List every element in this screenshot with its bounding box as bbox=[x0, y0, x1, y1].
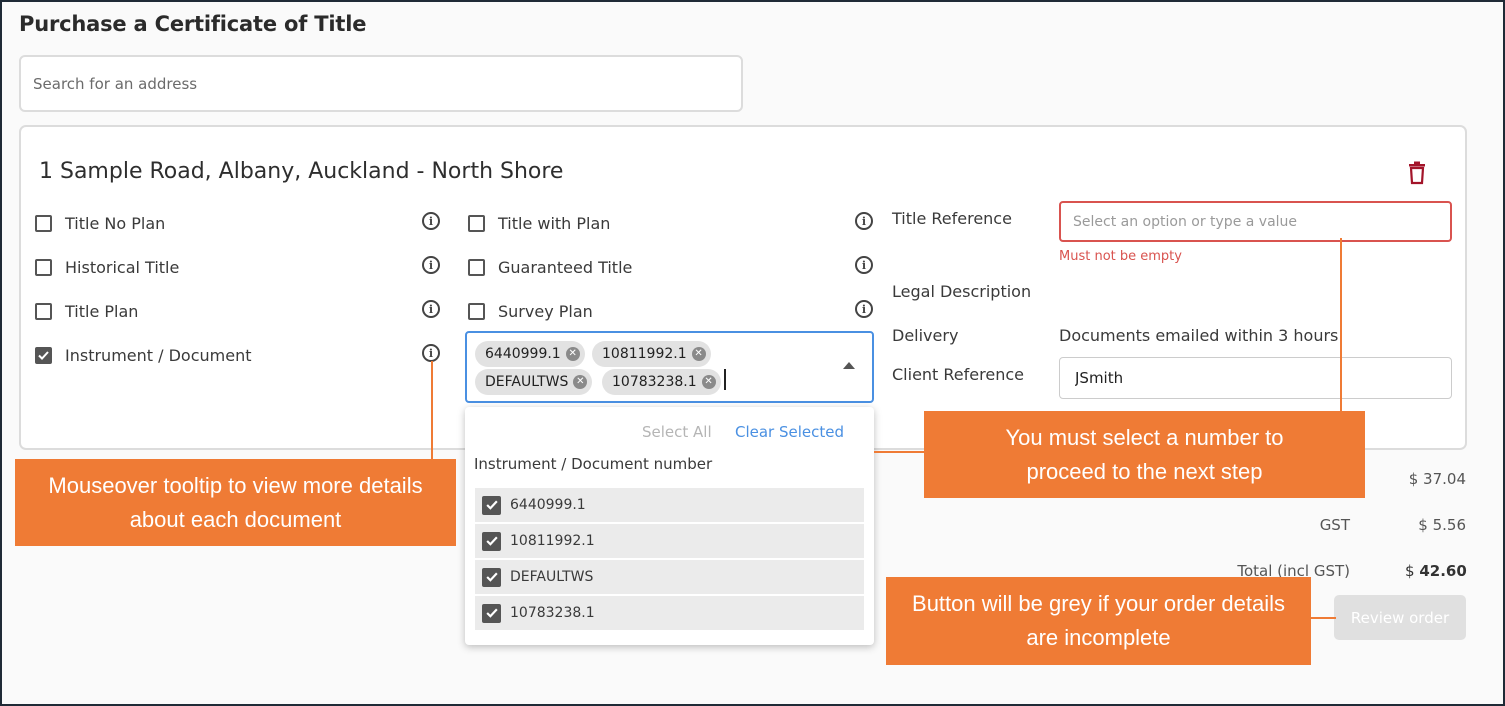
search-input[interactable] bbox=[21, 57, 741, 110]
delivery-label: Delivery bbox=[892, 326, 959, 345]
selected-chip: 10783238.1 ✕ bbox=[602, 369, 721, 395]
instrument-multiselect[interactable]: 6440999.1 ✕ 10811992.1 ✕ DEFAULTWS ✕ 107… bbox=[465, 331, 874, 403]
info-icon[interactable]: i bbox=[855, 256, 873, 274]
review-order-button[interactable]: Review order bbox=[1334, 595, 1466, 640]
title-reference-label: Title Reference bbox=[892, 209, 1012, 228]
chip-label: 10811992.1 bbox=[602, 346, 687, 362]
checkbox-checked[interactable] bbox=[482, 531, 501, 551]
selected-chip: 10811992.1 ✕ bbox=[592, 341, 711, 367]
dropdown-option[interactable]: 6440999.1 bbox=[475, 488, 864, 522]
caret-up-icon[interactable] bbox=[843, 362, 855, 369]
callout-connector bbox=[1340, 238, 1342, 412]
check-icon bbox=[38, 350, 49, 360]
product-survey-plan[interactable]: Survey Plan bbox=[468, 299, 593, 323]
legal-description-label: Legal Description bbox=[892, 282, 1032, 301]
callout-tooltip: Mouseover tooltip to view more details a… bbox=[15, 459, 456, 546]
callout-connector bbox=[874, 451, 924, 453]
delivery-value: Documents emailed within 3 hours bbox=[1059, 326, 1339, 345]
checkbox[interactable] bbox=[35, 214, 52, 232]
total-currency: $ bbox=[1405, 562, 1415, 580]
text-cursor bbox=[724, 369, 726, 390]
product-label: Title with Plan bbox=[498, 213, 611, 233]
title-reference-field[interactable] bbox=[1059, 201, 1452, 242]
callout-grey-button: Button will be grey if your order detail… bbox=[886, 577, 1311, 665]
checkbox[interactable] bbox=[468, 258, 485, 276]
info-icon[interactable]: i bbox=[855, 212, 873, 230]
info-icon[interactable]: i bbox=[855, 300, 873, 318]
remove-chip-icon[interactable]: ✕ bbox=[691, 347, 706, 361]
checkbox[interactable] bbox=[35, 302, 52, 320]
instrument-dropdown: Select All Clear Selected Instrument / D… bbox=[465, 407, 874, 645]
gst-label: GST bbox=[1319, 516, 1350, 534]
remove-chip-icon[interactable]: ✕ bbox=[701, 375, 716, 389]
client-reference-field[interactable] bbox=[1059, 357, 1452, 399]
title-reference-input[interactable] bbox=[1061, 203, 1450, 240]
check-icon bbox=[485, 608, 498, 618]
checkbox[interactable] bbox=[35, 258, 52, 276]
total-value: $ 42.60 bbox=[1405, 562, 1467, 580]
product-label: Title No Plan bbox=[65, 213, 166, 233]
product-label: Instrument / Document bbox=[65, 345, 252, 365]
check-icon bbox=[485, 536, 498, 546]
check-icon bbox=[485, 572, 498, 582]
chip-label: DEFAULTWS bbox=[485, 374, 569, 390]
remove-chip-icon[interactable]: ✕ bbox=[565, 347, 580, 361]
product-label: Title Plan bbox=[65, 301, 139, 321]
property-address: 1 Sample Road, Albany, Auckland - North … bbox=[39, 159, 564, 184]
product-guaranteed-title[interactable]: Guaranteed Title bbox=[468, 255, 632, 279]
product-label: Historical Title bbox=[65, 257, 180, 277]
selected-chip: 6440999.1 ✕ bbox=[475, 341, 585, 367]
checkbox-checked[interactable] bbox=[482, 567, 501, 587]
option-label: 10783238.1 bbox=[510, 605, 595, 621]
address-search[interactable] bbox=[19, 55, 743, 112]
total-amount: 42.60 bbox=[1419, 562, 1467, 580]
check-icon bbox=[485, 500, 498, 510]
client-reference-label: Client Reference bbox=[892, 365, 1024, 384]
remove-chip-icon[interactable]: ✕ bbox=[573, 375, 588, 389]
product-instrument-document[interactable]: Instrument / Document bbox=[35, 343, 251, 367]
checkbox-checked[interactable] bbox=[482, 603, 501, 623]
callout-connector bbox=[1310, 617, 1336, 619]
info-icon[interactable]: i bbox=[422, 300, 440, 318]
dropdown-option[interactable]: 10783238.1 bbox=[475, 596, 864, 630]
chip-label: 10783238.1 bbox=[612, 374, 697, 390]
gst-value: $ 5.56 bbox=[1418, 516, 1466, 534]
client-reference-input[interactable] bbox=[1060, 358, 1451, 398]
info-icon[interactable]: i bbox=[422, 212, 440, 230]
product-historical-title[interactable]: Historical Title bbox=[35, 255, 179, 279]
page-title: Purchase a Certificate of Title bbox=[19, 12, 367, 36]
error-message: Must not be empty bbox=[1059, 249, 1182, 264]
select-all-button[interactable]: Select All bbox=[642, 423, 712, 441]
dropdown-option[interactable]: 10811992.1 bbox=[475, 524, 864, 558]
checkbox-checked[interactable] bbox=[482, 495, 501, 515]
option-label: 10811992.1 bbox=[510, 533, 595, 549]
checkbox[interactable] bbox=[468, 302, 485, 320]
clear-selected-button[interactable]: Clear Selected bbox=[735, 423, 844, 441]
info-icon[interactable]: i bbox=[422, 344, 440, 362]
subtotal-value: $ 37.04 bbox=[1408, 470, 1466, 488]
callout-connector bbox=[431, 361, 433, 461]
option-label: DEFAULTWS bbox=[510, 569, 594, 585]
trash-icon[interactable] bbox=[1404, 160, 1430, 186]
product-title-no-plan[interactable]: Title No Plan bbox=[35, 211, 165, 235]
product-title-with-plan[interactable]: Title with Plan bbox=[468, 211, 610, 235]
callout-select-number: You must select a number to proceed to t… bbox=[924, 411, 1365, 498]
chip-label: 6440999.1 bbox=[485, 346, 561, 362]
product-label: Survey Plan bbox=[498, 301, 593, 321]
checkbox[interactable] bbox=[468, 214, 485, 232]
product-title-plan[interactable]: Title Plan bbox=[35, 299, 138, 323]
option-label: 6440999.1 bbox=[510, 497, 586, 513]
dropdown-option[interactable]: DEFAULTWS bbox=[475, 560, 864, 594]
selected-chip: DEFAULTWS ✕ bbox=[475, 369, 593, 395]
product-label: Guaranteed Title bbox=[498, 257, 633, 277]
dropdown-heading: Instrument / Document number bbox=[474, 455, 713, 473]
checkbox-checked[interactable] bbox=[35, 346, 52, 364]
info-icon[interactable]: i bbox=[422, 256, 440, 274]
